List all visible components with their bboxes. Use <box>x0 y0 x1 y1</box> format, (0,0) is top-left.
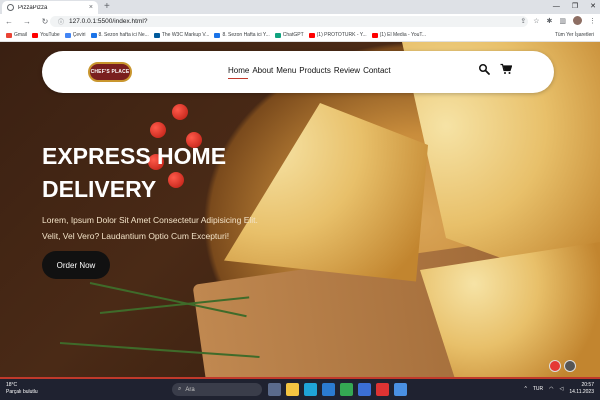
browser-toolbar: ← → ↻ ⓘ 127.0.0.1:5500/index.html? ⇪ ☆ ✱… <box>0 14 600 29</box>
nav-icons <box>478 63 512 75</box>
vscode-icon[interactable] <box>322 383 335 396</box>
star-icon[interactable]: ☆ <box>533 17 539 25</box>
edge-icon[interactable] <box>304 383 317 396</box>
bookmark-icon <box>32 32 39 38</box>
minimize-button[interactable]: — <box>553 0 560 13</box>
browser-tab[interactable]: PizzaPizza × <box>2 1 98 14</box>
info-icon: ⓘ <box>58 20 65 26</box>
address-url: 127.0.0.1:5500/index.html? <box>69 18 148 25</box>
nav-review[interactable]: Review <box>334 66 360 75</box>
forward-icon[interactable]: → <box>22 17 32 26</box>
tab-title: PizzaPizza <box>18 4 48 11</box>
sidepanel-icon[interactable]: ▥ <box>559 17 566 25</box>
address-bar[interactable]: ⓘ 127.0.0.1:5500/index.html? <box>50 16 528 27</box>
all-bookmarks-link[interactable]: Tüm Yer İşaretleri <box>555 29 594 42</box>
clock-time: 20:57 <box>581 382 594 388</box>
edit-icon[interactable] <box>564 360 576 372</box>
nav-active-indicator <box>228 78 248 79</box>
browser-tab-bar: PizzaPizza × + — ❐ ✕ <box>0 0 600 14</box>
globe-icon <box>7 4 14 11</box>
wifi-icon[interactable]: ◠ <box>549 386 553 392</box>
close-window-button[interactable]: ✕ <box>590 0 596 13</box>
hero-description: Lorem, Ipsum Dolor Sit Amet Consectetur … <box>42 215 258 241</box>
tomato <box>172 104 188 120</box>
app-icon[interactable] <box>394 383 407 396</box>
nav-about[interactable]: About <box>252 66 273 75</box>
extensions-icon[interactable]: ✱ <box>547 17 553 25</box>
menu-icon[interactable]: ⋮ <box>589 17 596 25</box>
weather-temp: 18°C <box>6 382 18 388</box>
clock[interactable]: 20:57 14.11.2023 <box>569 382 594 396</box>
volume-icon[interactable]: ◁ <box>559 386 563 392</box>
bookmark-item[interactable]: The W3C Markup V... <box>153 32 209 38</box>
nav-menu[interactable]: Menu <box>276 66 296 75</box>
bookmark-item[interactable]: (1) PROTOTURK - Y... <box>308 32 367 38</box>
bookmark-icon <box>308 32 315 38</box>
weather-widget[interactable]: 18°C Parçalı bulutlu <box>6 382 38 396</box>
bookmark-icon <box>153 32 160 38</box>
bookmark-item[interactable]: 8. Sezon hafta ici Ne... <box>90 32 149 38</box>
bookmark-icon <box>6 32 12 38</box>
bookmark-icon <box>371 32 378 38</box>
bookmark-icon <box>214 32 221 38</box>
app-icon[interactable] <box>376 383 389 396</box>
tomato <box>150 122 166 138</box>
bookmark-item[interactable]: 8. Sezon Hafta ici Y... <box>214 32 270 38</box>
search-icon[interactable] <box>478 63 490 75</box>
profile-avatar[interactable] <box>573 16 582 25</box>
taskbar-search-placeholder: Ara <box>185 386 195 393</box>
taskbar-search[interactable]: ⌕ Ara <box>172 383 262 396</box>
task-view-icon[interactable] <box>268 383 281 396</box>
share-icon[interactable]: ⇪ <box>520 17 526 25</box>
back-icon[interactable]: ← <box>4 17 14 26</box>
bookmark-icon <box>90 32 97 38</box>
windows-taskbar: 18°C Parçalı bulutlu ⌕ Ara ^ TUR ◠ ◁ 20:… <box>0 377 600 400</box>
system-tray: ^ TUR ◠ ◁ 20:57 14.11.2023 <box>524 382 594 396</box>
nav-links: Home About Menu Products Review Contact <box>228 66 391 75</box>
shopping-cart-icon[interactable] <box>500 63 512 75</box>
hero-title: EXPRESS HOME DELIVERY <box>42 143 227 202</box>
order-now-button[interactable]: Order Now <box>42 251 110 279</box>
chevron-up-icon[interactable]: ^ <box>524 386 526 392</box>
nav-home[interactable]: Home <box>228 66 249 75</box>
close-icon[interactable]: × <box>89 4 93 11</box>
site-navbar: CHEF'S PLACE Home About Menu Products Re… <box>42 51 554 93</box>
search-icon: ⌕ <box>178 386 182 392</box>
bookmark-icon <box>274 32 281 38</box>
weather-desc: Parçalı bulutlu <box>6 389 38 395</box>
language-indicator[interactable]: TUR <box>533 386 543 392</box>
bookmark-item[interactable]: Çeviri <box>64 32 86 38</box>
logo-text: CHEF'S PLACE <box>90 69 130 75</box>
bookmarks-bar: Gmail YouTube Çeviri 8. Sezon hafta ici … <box>0 29 600 42</box>
new-tab-button[interactable]: + <box>104 0 110 14</box>
chrome-icon[interactable] <box>340 383 353 396</box>
floating-controls <box>549 360 576 372</box>
window-controls: — ❐ ✕ <box>553 0 596 13</box>
record-icon[interactable] <box>549 360 561 372</box>
site-logo[interactable]: CHEF'S PLACE <box>86 57 134 87</box>
bookmark-item[interactable]: Gmail <box>6 32 27 38</box>
nav-products[interactable]: Products <box>299 66 331 75</box>
hero-section: CHEF'S PLACE Home About Menu Products Re… <box>0 42 600 377</box>
reload-icon[interactable]: ↻ <box>40 17 50 26</box>
nav-contact[interactable]: Contact <box>363 66 391 75</box>
bookmark-item[interactable]: ChatGPT <box>274 32 304 38</box>
folder-icon[interactable] <box>286 383 299 396</box>
bookmark-item[interactable]: (1) El Media - YouT... <box>371 32 426 38</box>
logo-badge: CHEF'S PLACE <box>88 62 132 82</box>
bookmark-item[interactable]: YouTube <box>32 32 60 38</box>
store-icon[interactable] <box>358 383 371 396</box>
clock-date: 14.11.2023 <box>569 389 594 395</box>
toolbar-actions: ⇪ ☆ ✱ ▥ ⋮ <box>520 16 596 25</box>
bookmark-icon <box>64 32 71 38</box>
maximize-button[interactable]: ❐ <box>572 0 578 13</box>
taskbar-apps <box>268 383 407 396</box>
